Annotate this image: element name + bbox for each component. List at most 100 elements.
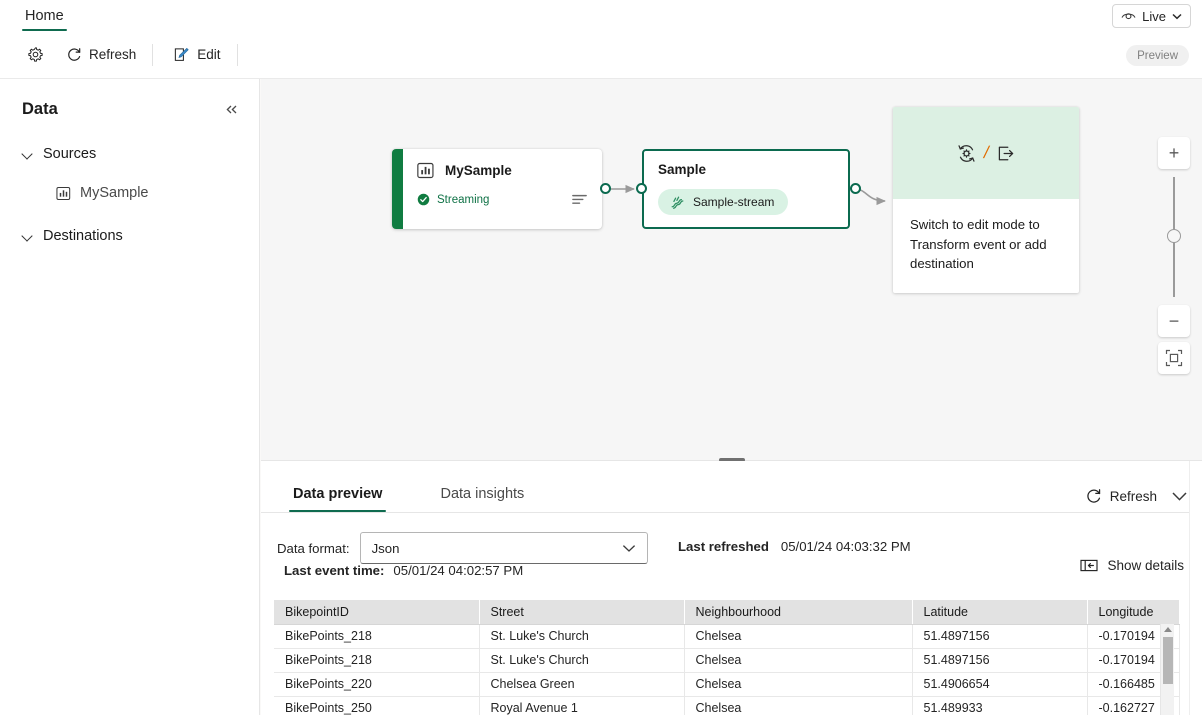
live-mode-label: Live: [1142, 8, 1166, 24]
scroll-up-icon[interactable]: [1164, 627, 1172, 632]
details-panel-icon: [1080, 559, 1099, 572]
data-format-select[interactable]: Json: [359, 532, 648, 564]
col-bikepointid[interactable]: BikepointID: [274, 600, 480, 625]
preview-refresh-button[interactable]: Refresh: [1085, 488, 1157, 505]
placeholder-text: Switch to edit mode to Transform event o…: [910, 217, 1047, 271]
table-vertical-scrollbar[interactable]: [1160, 624, 1174, 715]
data-preview-table-wrap[interactable]: BikepointID Street Neighbourhood Latitud…: [274, 600, 1189, 715]
stream-pill[interactable]: Sample-stream: [658, 189, 789, 215]
cell-latitude: 51.489933: [912, 696, 1088, 715]
pane-splitter[interactable]: [261, 451, 1202, 462]
tab-data-preview[interactable]: Data preview: [289, 486, 387, 512]
zoom-slider-handle[interactable]: [1167, 229, 1181, 243]
stream-output-port[interactable]: [850, 183, 861, 194]
zoom-out-label: −: [1168, 311, 1180, 331]
data-sidebar: Data Sources MySample Destinations: [0, 79, 260, 715]
live-mode-button[interactable]: Live: [1112, 4, 1191, 28]
zoom-slider[interactable]: [1158, 177, 1190, 297]
pane-right-edge: [1189, 461, 1202, 715]
lines-menu-icon[interactable]: [571, 193, 588, 206]
source-output-port[interactable]: [600, 183, 611, 194]
preview-refresh-label: Refresh: [1109, 489, 1157, 504]
edit-button[interactable]: Edit: [164, 39, 229, 71]
node-sample-stream[interactable]: Sample Sample-stream: [642, 149, 850, 229]
preview-badge: Preview: [1126, 45, 1189, 66]
node-mysample-source[interactable]: MySample Streaming: [392, 149, 602, 229]
refresh-label: Refresh: [89, 47, 137, 62]
table-row[interactable]: BikePoints_220 Chelsea Green Chelsea 51.…: [274, 672, 1180, 697]
cell-latitude: 51.4906654: [912, 672, 1088, 697]
app-root: Home Live Refresh Edit Preview Data Sour…: [0, 0, 1202, 715]
tab-data-insights[interactable]: Data insights: [436, 486, 528, 512]
last-event-time: Last event time: 05/01/24 04:02:57 PM: [284, 563, 523, 578]
table-row[interactable]: BikePoints_218 St. Luke's Church Chelsea…: [274, 648, 1180, 673]
last-refreshed: Last refreshed 05/01/24 04:03:32 PM: [678, 539, 911, 554]
scrollbar-thumb[interactable]: [1163, 637, 1173, 684]
node-title: MySample: [445, 163, 512, 178]
zoom-in-button[interactable]: +: [1158, 137, 1190, 169]
tab-data-insights-label: Data insights: [440, 486, 525, 502]
stream-icon: [669, 195, 685, 210]
data-preview-table: BikepointID Street Neighbourhood Latitud…: [274, 600, 1180, 715]
bottom-actions: Refresh: [1085, 488, 1188, 505]
transform-event-icon: [956, 143, 977, 164]
sidebar-title: Data: [22, 100, 58, 118]
placeholder-separator: /: [981, 143, 991, 162]
col-longitude[interactable]: Longitude: [1087, 600, 1180, 625]
cell-latitude: 51.4897156: [912, 648, 1088, 673]
refresh-icon: [66, 47, 82, 63]
sidebar-item-mysample[interactable]: MySample: [56, 185, 259, 201]
refresh-icon: [1085, 488, 1102, 505]
command-separator-2: [236, 43, 238, 66]
chevron-down-icon: [22, 230, 34, 242]
sidebar-header: Data: [0, 79, 259, 119]
cell-bikepointid: BikePoints_250: [274, 696, 480, 715]
last-refreshed-label: Last refreshed: [678, 539, 769, 554]
fit-to-screen-button[interactable]: [1158, 342, 1190, 374]
zoom-in-label: +: [1168, 143, 1180, 163]
show-details-button[interactable]: Show details: [1080, 558, 1184, 573]
sidebar-group-sources[interactable]: Sources: [0, 143, 259, 165]
cell-neighbourhood: Chelsea: [684, 648, 913, 673]
show-details-label: Show details: [1107, 558, 1184, 573]
cell-neighbourhood: Chelsea: [684, 672, 913, 697]
cell-bikepointid: BikePoints_220: [274, 672, 480, 697]
sidebar-group-destinations[interactable]: Destinations: [0, 225, 259, 247]
cell-bikepointid: BikePoints_218: [274, 648, 480, 673]
col-street[interactable]: Street: [479, 600, 685, 625]
refresh-button[interactable]: Refresh: [57, 39, 145, 71]
col-latitude[interactable]: Latitude: [912, 600, 1088, 625]
flow-canvas[interactable]: MySample Streaming Sample Sample-stream …: [261, 79, 1202, 451]
col-neighbourhood[interactable]: Neighbourhood: [684, 600, 913, 625]
tab-home[interactable]: Home: [18, 0, 71, 31]
cell-street: St. Luke's Church: [479, 624, 685, 649]
node-title-row: MySample: [417, 162, 588, 179]
last-refreshed-value: 05/01/24 04:03:32 PM: [780, 539, 911, 554]
cell-street: Royal Avenue 1: [479, 696, 685, 715]
sidebar-item-mysample-label: MySample: [80, 185, 149, 201]
zoom-out-button[interactable]: −: [1158, 305, 1190, 337]
data-format-label: Data format:: [277, 540, 350, 556]
collapse-pane-button[interactable]: [1171, 491, 1188, 502]
double-chevron-left-icon[interactable]: [224, 103, 239, 116]
bar-chart-icon: [417, 162, 434, 179]
tab-data-preview-label: Data preview: [293, 486, 383, 502]
cell-neighbourhood: Chelsea: [684, 624, 913, 649]
table-row[interactable]: BikePoints_250 Royal Avenue 1 Chelsea 51…: [274, 696, 1180, 715]
stream-input-port[interactable]: [636, 183, 647, 194]
bar-chart-icon: [56, 186, 71, 201]
tab-home-label: Home: [25, 7, 64, 24]
edit-pencil-icon: [173, 46, 190, 63]
stream-node-title: Sample: [658, 162, 707, 177]
table-row[interactable]: BikePoints_218 St. Luke's Church Chelsea…: [274, 624, 1180, 649]
cell-neighbourhood: Chelsea: [684, 696, 913, 715]
settings-button[interactable]: [18, 39, 53, 71]
bottom-pane: Data preview Data insights Refresh Data: [261, 461, 1202, 715]
stream-pill-label: Sample-stream: [693, 195, 775, 209]
data-format-row: Data format: Json: [277, 532, 648, 564]
node-placeholder-edit-hint[interactable]: / Switch to edit mode to Transform event…: [893, 107, 1079, 293]
eye-icon: [1121, 11, 1136, 22]
bottom-tabs: Data preview Data insights Refresh: [261, 461, 1202, 513]
cell-street: St. Luke's Church: [479, 648, 685, 673]
node-status: Streaming: [417, 193, 489, 206]
